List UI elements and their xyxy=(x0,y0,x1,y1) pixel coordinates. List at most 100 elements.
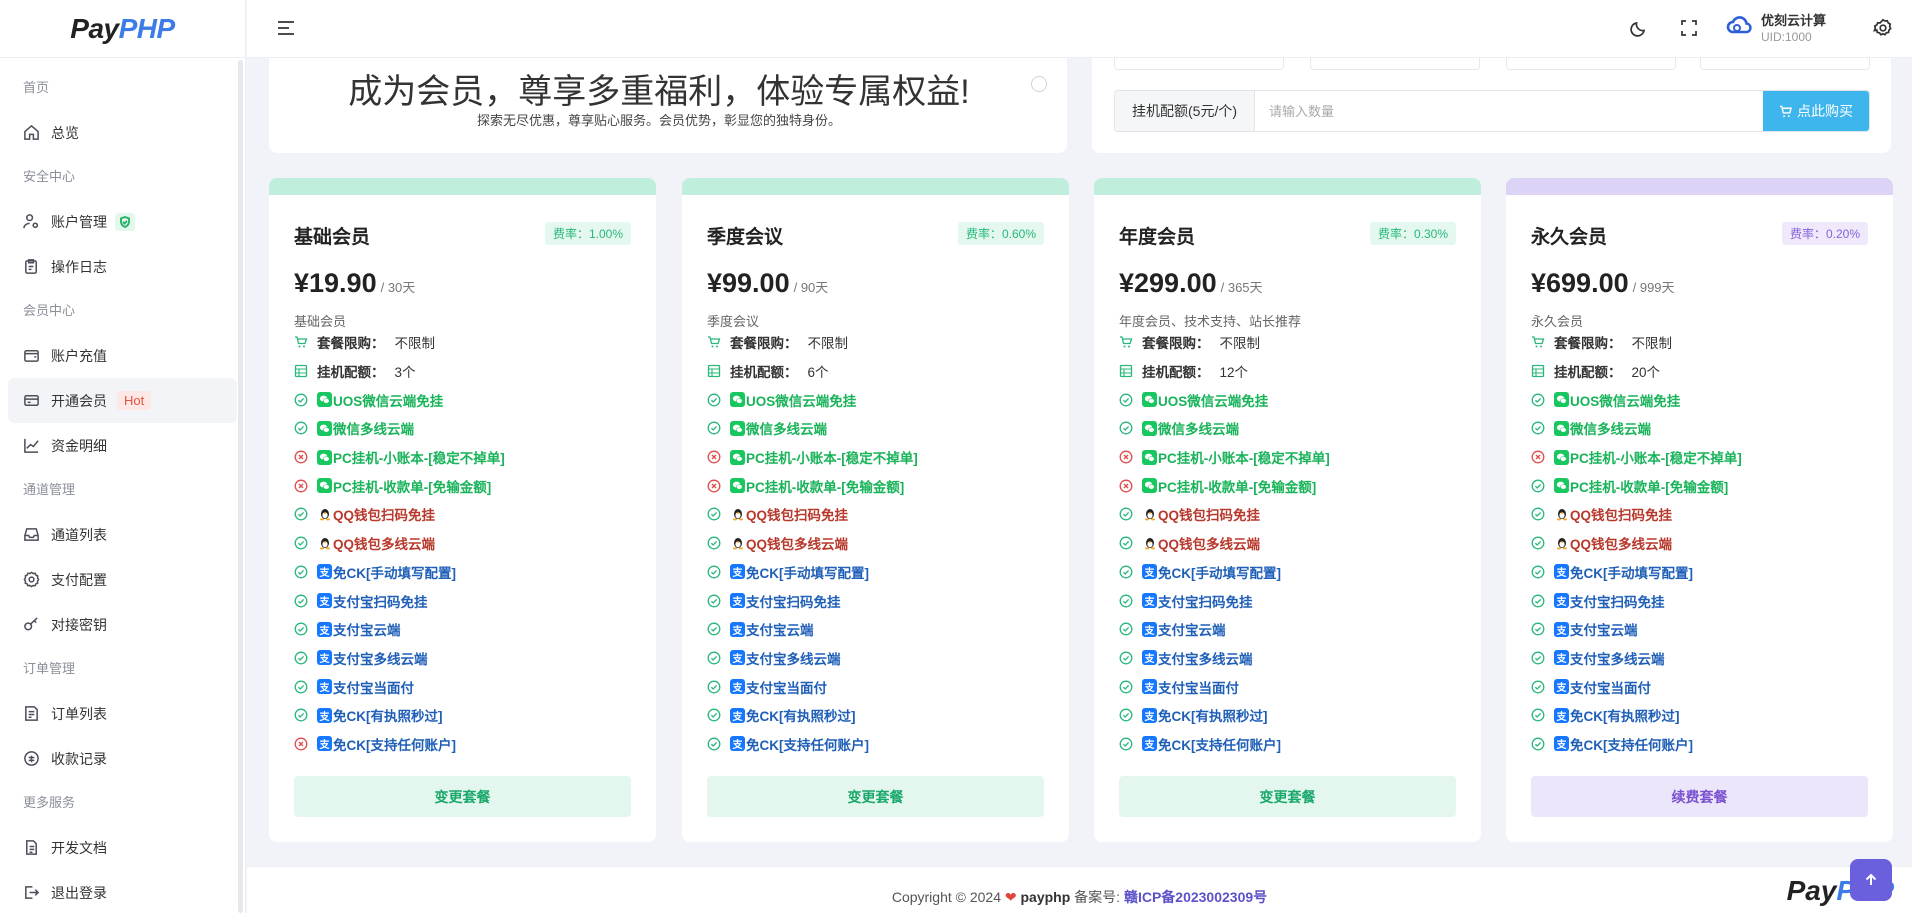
plan-feature: 支支付宝当面付 xyxy=(294,672,634,701)
alipay-icon: 支 xyxy=(1554,621,1569,637)
plan-feature: 支支付宝多线云端 xyxy=(1531,644,1871,673)
buy-quota-button[interactable]: 点此购买 xyxy=(1763,91,1869,131)
sidebar-item[interactable]: 对接密钥 xyxy=(8,602,237,647)
check-circle-icon xyxy=(294,708,308,722)
plan-action-button[interactable]: 变更套餐 xyxy=(1119,776,1456,817)
sidebar-item[interactable]: 收款记录 xyxy=(8,736,237,781)
user-profile[interactable]: 优刻云计算 UID:1000 xyxy=(1725,10,1826,44)
sidebar-item[interactable]: 订单列表 xyxy=(8,691,237,736)
plan-action-button[interactable]: 续费套餐 xyxy=(1531,776,1868,817)
plan-meta-row: 挂机配额： 6个 xyxy=(707,357,1047,386)
feature-label: 支付宝多线云端 xyxy=(1570,651,1665,667)
check-circle-icon xyxy=(1531,708,1545,722)
alipay-icon: 支 xyxy=(1554,679,1569,695)
settings-gear-icon[interactable] xyxy=(1873,18,1893,38)
plan-price-amount: ¥99.00 xyxy=(707,268,790,298)
wechat-icon xyxy=(730,392,745,408)
plan-feature: 支免CK[有执照秒过] xyxy=(1531,701,1871,730)
wechat-icon xyxy=(730,478,745,494)
qq-penguin-icon xyxy=(730,507,745,522)
feature-label: UOS微信云端免挂 xyxy=(1570,393,1681,409)
check-circle-icon xyxy=(707,737,721,751)
dark-mode-moon-icon[interactable] xyxy=(1629,18,1649,38)
wechat-icon xyxy=(1554,449,1569,465)
plan-feature-list: 套餐限购： 不限制 挂机配额： 20个 UOS微信云端免挂 微信多线云端 PC挂机-小账本-… xyxy=(1531,328,1871,758)
plan-feature-list: 套餐限购： 不限制 挂机配额： 12个 UOS微信云端免挂 微信多线云端 PC挂机-小账本-… xyxy=(1119,328,1459,758)
meta-value: 不限制 xyxy=(807,336,849,352)
wechat-icon xyxy=(317,478,332,494)
menu-toggle-icon[interactable] xyxy=(277,19,295,37)
alipay-icon: 支 xyxy=(730,593,745,609)
plan-meta-row: 挂机配额： 12个 xyxy=(1119,357,1459,386)
alipay-icon: 支 xyxy=(1554,736,1569,752)
plan-rate-badge: 费率：1.00% xyxy=(544,222,631,245)
check-circle-icon xyxy=(707,594,721,608)
logout-icon xyxy=(22,884,40,902)
plan-feature: PC挂机-收款单-[免输金额] xyxy=(707,471,1047,500)
alipay-icon: 支 xyxy=(317,564,332,580)
check-circle-icon xyxy=(707,421,721,435)
sidebar-item[interactable]: 开通会员 Hot xyxy=(8,378,237,423)
key-icon xyxy=(22,616,40,634)
back-to-top-button[interactable] xyxy=(1850,859,1892,901)
footer-brand: payphp xyxy=(1020,889,1071,905)
feature-label: 免CK[有执照秒过] xyxy=(333,709,443,725)
meta-key: 套餐限购： xyxy=(1142,336,1210,352)
alipay-icon: 支 xyxy=(730,564,745,580)
feature-label: 免CK[手动填写配置] xyxy=(1570,565,1693,581)
plan-name: 年度会员 xyxy=(1119,227,1196,248)
plan-feature: 支免CK[支持任何账户] xyxy=(1531,730,1871,759)
quota-table-icon xyxy=(1119,364,1133,378)
meta-key: 挂机配额： xyxy=(1554,365,1622,381)
plan-feature: QQ钱包多线云端 xyxy=(294,529,634,558)
check-circle-icon xyxy=(1531,536,1545,550)
check-circle-icon xyxy=(1531,622,1545,636)
sidebar-item[interactable]: 总览 xyxy=(8,110,237,155)
tab-edge xyxy=(1700,58,1870,70)
feature-label: 支付宝云端 xyxy=(746,623,814,639)
plan-price-amount: ¥699.00 xyxy=(1531,268,1629,298)
sidebar-item[interactable]: 账户充值 xyxy=(8,333,237,378)
feature-label: PC挂机-收款单-[免输金额] xyxy=(1158,479,1317,495)
plan-feature: 支支付宝当面付 xyxy=(707,672,1047,701)
plan-feature: 支支付宝扫码免挂 xyxy=(294,586,634,615)
plan-feature: QQ钱包扫码免挂 xyxy=(707,500,1047,529)
plan-feature: 支支付宝扫码免挂 xyxy=(707,586,1047,615)
sidebar-item[interactable]: 通道列表 xyxy=(8,512,237,557)
feature-label: 免CK[支持任何账户] xyxy=(1570,737,1693,753)
feature-label: 支付宝云端 xyxy=(1570,623,1638,639)
plan-accent-bar xyxy=(682,178,1069,195)
sidebar-item[interactable]: 账户管理 xyxy=(8,199,237,244)
alipay-icon: 支 xyxy=(1554,564,1569,580)
fullscreen-icon[interactable] xyxy=(1679,18,1699,38)
wechat-icon xyxy=(317,392,332,408)
plan-action-button[interactable]: 变更套餐 xyxy=(294,776,631,817)
sidebar-item[interactable]: 退出登录 xyxy=(8,870,237,913)
feature-label: PC挂机-小账本-[稳定不掉单] xyxy=(1570,451,1742,467)
plan-feature: 微信多线云端 xyxy=(294,414,634,443)
sidebar-item[interactable]: 支付配置 xyxy=(8,557,237,602)
sidebar-item[interactable]: 操作日志 xyxy=(8,244,237,289)
plan-feature-list: 套餐限购： 不限制 挂机配额： 3个 UOS微信云端免挂 微信多线云端 PC挂机-小账本-[… xyxy=(294,328,634,758)
check-circle-icon xyxy=(1119,421,1133,435)
check-circle-icon xyxy=(707,708,721,722)
plan-action-button[interactable]: 变更套餐 xyxy=(707,776,1044,817)
sidebar-item-label: 资金明细 xyxy=(51,437,107,454)
meta-value: 3个 xyxy=(394,365,416,381)
plan-feature: QQ钱包多线云端 xyxy=(1119,529,1459,558)
plan-price-period: / 30天 xyxy=(380,280,416,295)
sidebar-item-label: 开发文档 xyxy=(51,839,107,856)
sidebar-item[interactable]: 开发文档 xyxy=(8,825,237,870)
quota-quantity-input[interactable] xyxy=(1255,91,1763,131)
plan-rate-badge: 费率：0.30% xyxy=(1369,222,1456,245)
plan-price: ¥299.00/ 365天 xyxy=(1119,268,1263,299)
icp-link[interactable]: 赣ICP备2023002309号 xyxy=(1124,889,1267,905)
logo[interactable]: PayPHP xyxy=(0,0,245,58)
sidebar-scrollbar[interactable] xyxy=(238,60,243,913)
cart-icon xyxy=(1119,335,1133,349)
plan-feature: 微信多线云端 xyxy=(1119,414,1459,443)
check-circle-icon xyxy=(707,622,721,636)
sidebar-item[interactable]: 资金明细 xyxy=(8,423,237,468)
feature-label: PC挂机-收款单-[免输金额] xyxy=(746,479,905,495)
check-circle-icon xyxy=(1119,565,1133,579)
